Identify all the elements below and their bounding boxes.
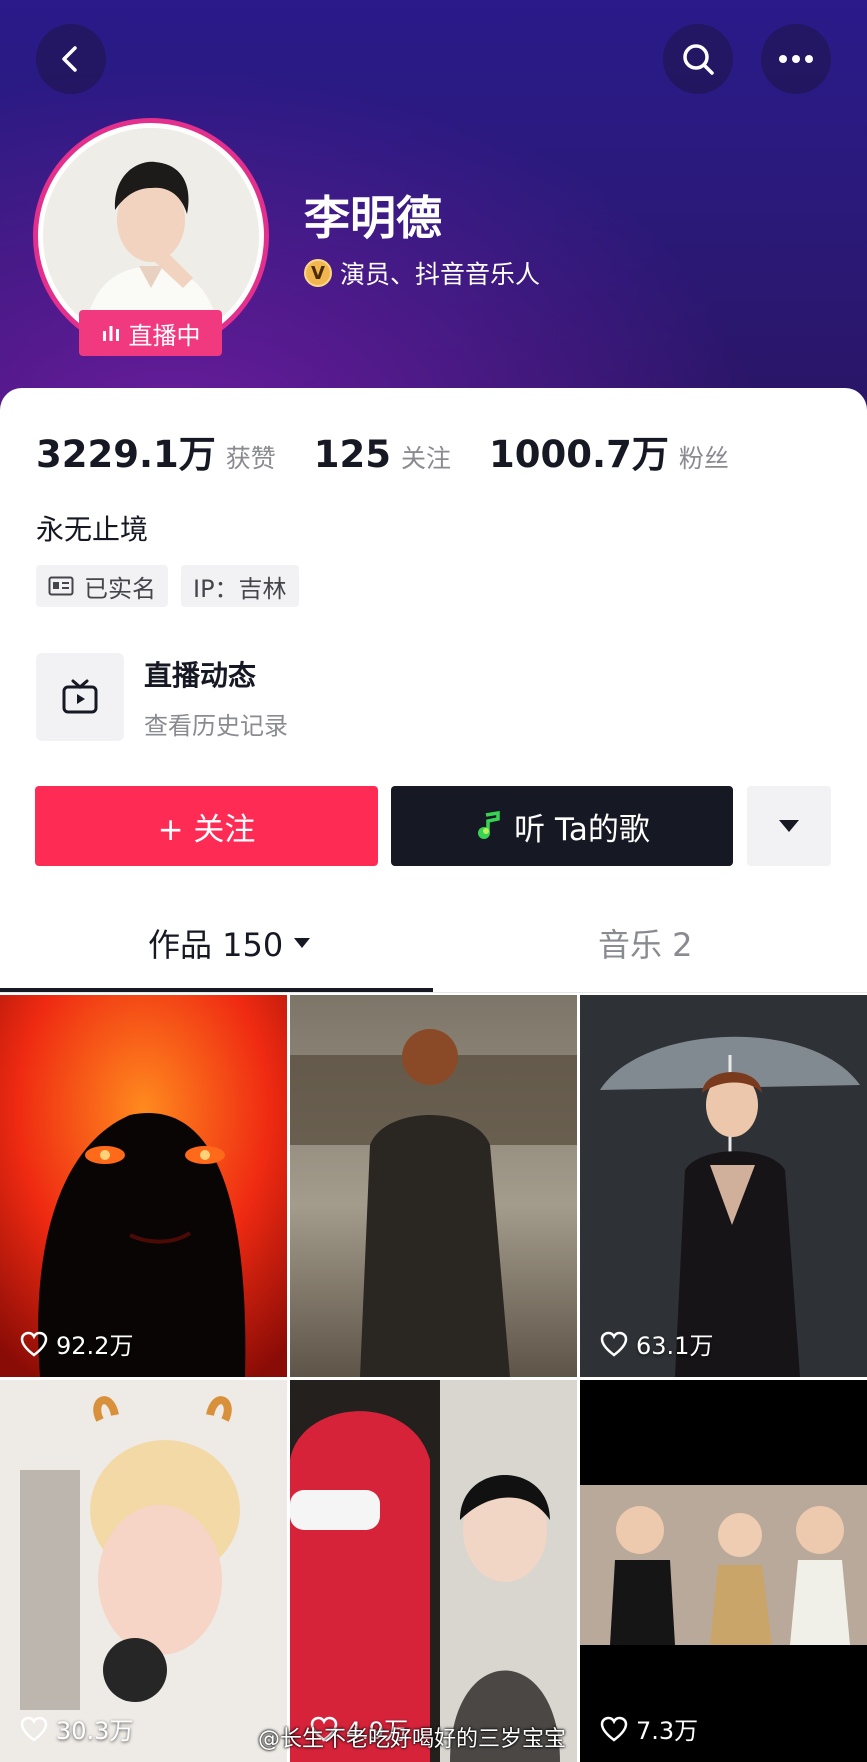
live-badge[interactable]: 直播中 [79, 310, 222, 356]
tv-icon [62, 679, 98, 714]
live-badge-label: 直播中 [128, 321, 201, 350]
follow-label: + 关注 [157, 811, 256, 848]
profile-header: 直播中 李明德 V 演员、抖音音乐人 [0, 0, 867, 410]
tab-music-label: 音乐 2 [598, 926, 693, 964]
search-icon [683, 44, 714, 75]
more-icon [779, 55, 813, 63]
watermark: @长生不老吃好喝好的三岁宝宝 [258, 1721, 566, 1753]
ip-tag: IP：吉林 [181, 565, 299, 607]
video-thumbnail[interactable]: 92.2万 [0, 995, 287, 1377]
realname-label: 已实名 [84, 574, 156, 603]
caret-down-icon [779, 820, 799, 832]
profile-tags: 已实名 IP：吉林 [36, 565, 299, 607]
music-note-icon [478, 811, 500, 839]
stat-likes[interactable]: 3229.1万 获赞 [36, 424, 276, 478]
video-thumbnail[interactable] [290, 995, 577, 1377]
live-card-text: 直播动态 查看历史记录 [144, 654, 288, 741]
realname-tag: 已实名 [36, 565, 168, 607]
video-likes: 30.3万 [20, 1711, 133, 1746]
content-tabs: 作品 150 音乐 2 [0, 920, 867, 992]
tab-works[interactable]: 作品 150 [148, 920, 311, 966]
verification: V 演员、抖音音乐人 [304, 255, 540, 291]
tab-music[interactable]: 音乐 2 [598, 920, 693, 966]
live-card-title: 直播动态 [144, 658, 257, 692]
heart-icon [20, 1331, 48, 1357]
id-card-icon [48, 576, 74, 596]
tab-works-label: 作品 150 [148, 926, 284, 964]
stat-value: 1000.7万 [489, 433, 669, 476]
stat-label: 获赞 [225, 444, 276, 473]
caret-down-icon [294, 938, 311, 948]
heart-icon [20, 1716, 48, 1742]
stat-label: 粉丝 [678, 444, 729, 473]
tab-divider [0, 992, 867, 993]
live-history-card[interactable]: 直播动态 查看历史记录 [36, 653, 288, 741]
stat-following[interactable]: 125 关注 [314, 433, 451, 476]
video-thumbnail[interactable]: 63.1万 [580, 995, 867, 1377]
listen-label: 听 Ta的歌 [514, 811, 650, 848]
video-thumbnail[interactable]: 30.3万 [0, 1380, 287, 1762]
live-bars-icon [102, 326, 119, 341]
listen-songs-button[interactable]: 听 Ta的歌 [391, 786, 733, 866]
ip-label: IP：吉林 [193, 574, 287, 603]
heart-icon [600, 1331, 628, 1357]
video-likes: 7.3万 [600, 1711, 698, 1746]
video-likes-count: 7.3万 [636, 1717, 699, 1745]
video-thumbnail[interactable]: 4.9万 [290, 1380, 577, 1762]
stat-value: 3229.1万 [36, 433, 216, 476]
search-button[interactable] [663, 24, 733, 94]
profile-name: 李明德 [304, 191, 442, 245]
dropdown-button[interactable] [747, 786, 831, 866]
video-likes: 92.2万 [20, 1326, 133, 1361]
live-card-subtitle: 查看历史记录 [144, 711, 288, 740]
stat-label: 关注 [401, 444, 452, 473]
follow-button[interactable]: + 关注 [35, 786, 378, 866]
bio-text: 永无止境 [36, 513, 149, 546]
watermark-text: @长生不老吃好喝好的三岁宝宝 [258, 1727, 567, 1752]
stats-row: 3229.1万 获赞 125 关注 1000.7万 粉丝 [36, 424, 767, 478]
back-icon [62, 46, 77, 72]
more-button[interactable] [761, 24, 831, 94]
verified-icon: V [304, 259, 332, 287]
video-likes-count: 92.2万 [56, 1332, 134, 1360]
back-button[interactable] [36, 24, 106, 94]
video-likes: 63.1万 [600, 1326, 713, 1361]
stat-value: 125 [313, 433, 392, 476]
video-likes-count: 63.1万 [636, 1332, 714, 1360]
live-icon-box [36, 653, 124, 741]
verification-text: 演员、抖音音乐人 [340, 260, 541, 289]
video-likes-count: 30.3万 [56, 1717, 134, 1745]
heart-icon [600, 1716, 628, 1742]
video-thumbnail[interactable]: 7.3万 [580, 1380, 867, 1762]
stat-followers[interactable]: 1000.7万 粉丝 [489, 424, 729, 478]
